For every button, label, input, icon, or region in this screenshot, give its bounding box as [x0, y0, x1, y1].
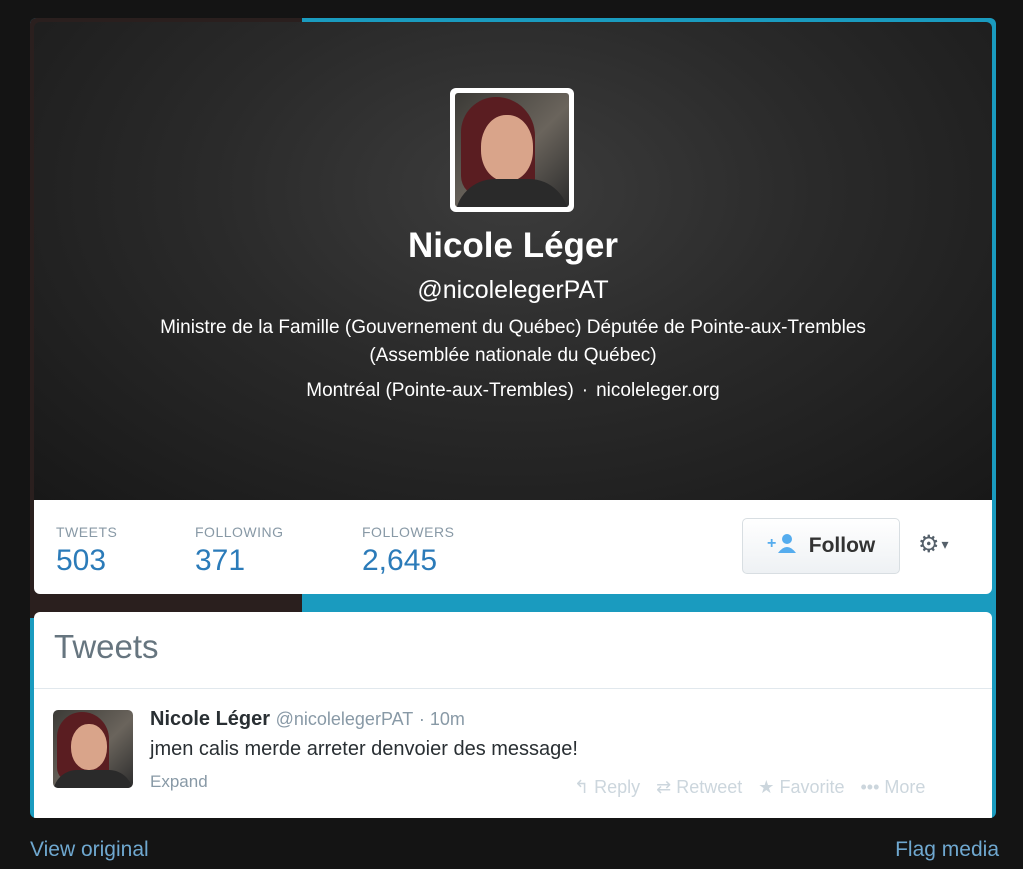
profile-avatar[interactable] [450, 88, 574, 212]
stat-value: 371 [195, 544, 246, 577]
settings-menu-button[interactable]: ⚙ ▾ [918, 530, 949, 559]
follow-button-label: Follow [808, 534, 876, 557]
tweet-expand-link[interactable]: Expand [150, 772, 208, 792]
more-label: More [884, 777, 926, 797]
favorite-label: Favorite [779, 777, 845, 797]
tweets-heading: Tweets [54, 628, 159, 665]
profile-website-link[interactable]: nicoleleger.org [596, 380, 720, 401]
reply-action[interactable]: ↰ Reply [574, 777, 640, 798]
stat-label: FOLLOWING [195, 524, 284, 540]
stat-label: FOLLOWERS [362, 524, 455, 540]
stat-value: 2,645 [362, 544, 438, 577]
profile-bio: Ministre de la Famille (Gouvernement du … [160, 317, 866, 366]
divider [34, 688, 992, 689]
stat-label: TWEETS [56, 524, 118, 540]
chevron-down-icon: ▾ [941, 536, 949, 552]
avatar-image [455, 93, 569, 207]
tweets-panel: Tweets Nicole Léger @nicolelegerPAT · 10… [34, 612, 992, 818]
star-icon: ★ [758, 777, 775, 797]
profile-handle: @nicolelegerPAT [417, 276, 609, 304]
tweet-text: jmen calis merde arreter denvoier des me… [150, 738, 578, 760]
profile-meta: Montréal (Pointe-aux-Trembles) · nicoleleg… [34, 380, 992, 402]
tweet-header: Nicole Léger @nicolelegerPAT · 10m [150, 708, 465, 731]
view-original-link[interactable]: View original [30, 838, 149, 862]
profile-name: Nicole Léger [407, 226, 619, 265]
stat-following[interactable]: FOLLOWING 371 [195, 524, 284, 578]
reply-icon: ↰ [574, 777, 590, 797]
more-dots-icon: ••• [860, 777, 880, 797]
tweet-actions: ↰ Reply ⇄ Retweet ★ Favorite ••• More [574, 777, 925, 798]
favorite-action[interactable]: ★ Favorite [758, 777, 844, 798]
retweet-action[interactable]: ⇄ Retweet [656, 777, 742, 798]
stat-followers[interactable]: FOLLOWERS 2,645 [362, 524, 454, 578]
tweet-author-name[interactable]: Nicole Léger [150, 708, 270, 730]
tweet-avatar[interactable] [53, 710, 133, 788]
profile-stats-bar: TWEETS 503 FOLLOWING 371 FOLLOWERS 2,645… [34, 500, 992, 594]
flag-media-link[interactable]: Flag media [895, 838, 999, 862]
retweet-icon: ⇄ [656, 777, 672, 797]
retweet-label: Retweet [676, 777, 743, 797]
stat-value: 503 [56, 544, 107, 577]
reply-label: Reply [594, 777, 641, 797]
svg-text:+: + [767, 535, 776, 552]
tweet-timestamp[interactable]: · 10m [419, 709, 465, 729]
gear-icon: ⚙ [918, 531, 940, 558]
tweet-author-handle[interactable]: @nicolelegerPAT [276, 709, 414, 729]
profile-location: Montréal (Pointe-aux-Trembles) [306, 380, 574, 401]
follow-button[interactable]: + Follow [742, 518, 900, 574]
profile-header: Nicole Léger @nicolelegerPAT Ministre de… [34, 22, 992, 500]
media-frame: Nicole Léger @nicolelegerPAT Ministre de… [30, 18, 996, 818]
more-action[interactable]: ••• More [860, 777, 925, 798]
stat-tweets[interactable]: TWEETS 503 [56, 524, 117, 578]
meta-separator: · [581, 380, 589, 401]
add-user-icon: + [767, 532, 799, 560]
